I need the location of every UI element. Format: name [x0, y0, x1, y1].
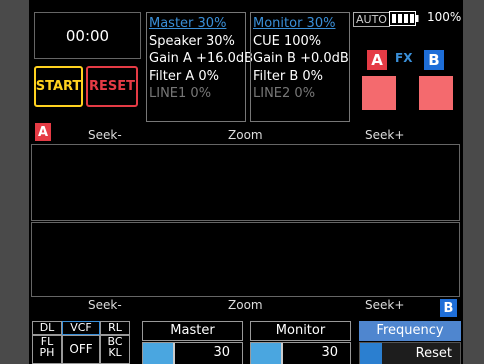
line2-level: LINE2 0% — [253, 86, 316, 101]
fx-a-badge: A — [367, 50, 387, 70]
filter-ph-label: PH — [39, 346, 55, 359]
fx-pad-a[interactable] — [362, 76, 396, 110]
app-screen: 00:00 START RESET Master 30% Speaker 30%… — [29, 0, 463, 364]
zoom-b[interactable]: Zoom — [228, 298, 263, 312]
seek-plus-b[interactable]: Seek+ — [365, 298, 404, 312]
frequency-fill — [360, 343, 382, 364]
filter-bc-kl-button[interactable]: BC KL — [100, 335, 130, 364]
master-slider-handle[interactable] — [173, 343, 175, 364]
gain-b: Gain B +0.0dB — [253, 51, 349, 66]
filter-kl-label: KL — [108, 346, 122, 359]
frequency-reset-button[interactable]: Reset — [416, 346, 452, 361]
speaker-level: Speaker 30% — [149, 33, 235, 49]
filter-rl-button[interactable]: RL — [100, 321, 130, 335]
monitor-panel[interactable]: Monitor 30% CUE 100% Gain B +0.0dB Filte… — [250, 12, 350, 122]
waveform-b[interactable] — [31, 222, 460, 297]
monitor-slider-fill — [251, 343, 281, 364]
gain-a: Gain A +16.0dB — [149, 51, 254, 66]
seek-plus-a[interactable]: Seek+ — [365, 128, 404, 142]
line1-level: LINE1 0% — [149, 86, 212, 101]
battery-icon — [389, 11, 419, 26]
filter-vcf-button[interactable]: VCF — [62, 321, 100, 335]
master-slider-label: Master — [142, 321, 243, 341]
filter-dl-button[interactable]: DL — [32, 321, 62, 335]
filter-off-button[interactable]: OFF — [62, 335, 100, 364]
battery-percent: 100% — [427, 10, 462, 24]
fx-label: FX — [395, 51, 413, 65]
reset-button[interactable]: RESET — [86, 66, 138, 107]
fx-pad-b[interactable] — [419, 76, 453, 110]
master-slider[interactable]: 30 — [142, 342, 243, 364]
deck-a-badge: A — [35, 123, 51, 141]
master-title-link[interactable]: Master 30% — [149, 15, 245, 33]
cue-level: CUE 100% — [253, 33, 322, 49]
time-value: 00:00 — [65, 26, 110, 45]
monitor-slider-value: 30 — [321, 345, 338, 360]
monitor-title-link[interactable]: Monitor 30% — [253, 15, 349, 33]
seek-minus-b[interactable]: Seek- — [88, 298, 122, 312]
start-button[interactable]: START — [34, 66, 83, 107]
filter-a: Filter A 0% — [149, 68, 219, 84]
deck-b-badge: B — [440, 299, 457, 317]
waveform-a[interactable] — [31, 144, 460, 221]
auto-badge: AUTO — [353, 12, 390, 27]
zoom-a[interactable]: Zoom — [228, 128, 263, 142]
frequency-label: Frequency — [359, 321, 461, 341]
seek-minus-a[interactable]: Seek- — [88, 128, 122, 142]
filter-b: Filter B 0% — [253, 68, 324, 84]
monitor-slider-label: Monitor — [250, 321, 351, 341]
monitor-slider-handle[interactable] — [281, 343, 283, 364]
master-slider-fill — [143, 343, 173, 364]
frequency-control[interactable]: Reset — [359, 342, 461, 364]
fx-b-badge: B — [424, 50, 444, 70]
master-panel[interactable]: Master 30% Speaker 30% Gain A +16.0dB Fi… — [146, 12, 254, 122]
filter-fl-ph-button[interactable]: FL PH — [32, 335, 62, 364]
master-slider-value: 30 — [213, 345, 230, 360]
time-display: 00:00 — [34, 12, 141, 59]
monitor-slider[interactable]: 30 — [250, 342, 351, 364]
